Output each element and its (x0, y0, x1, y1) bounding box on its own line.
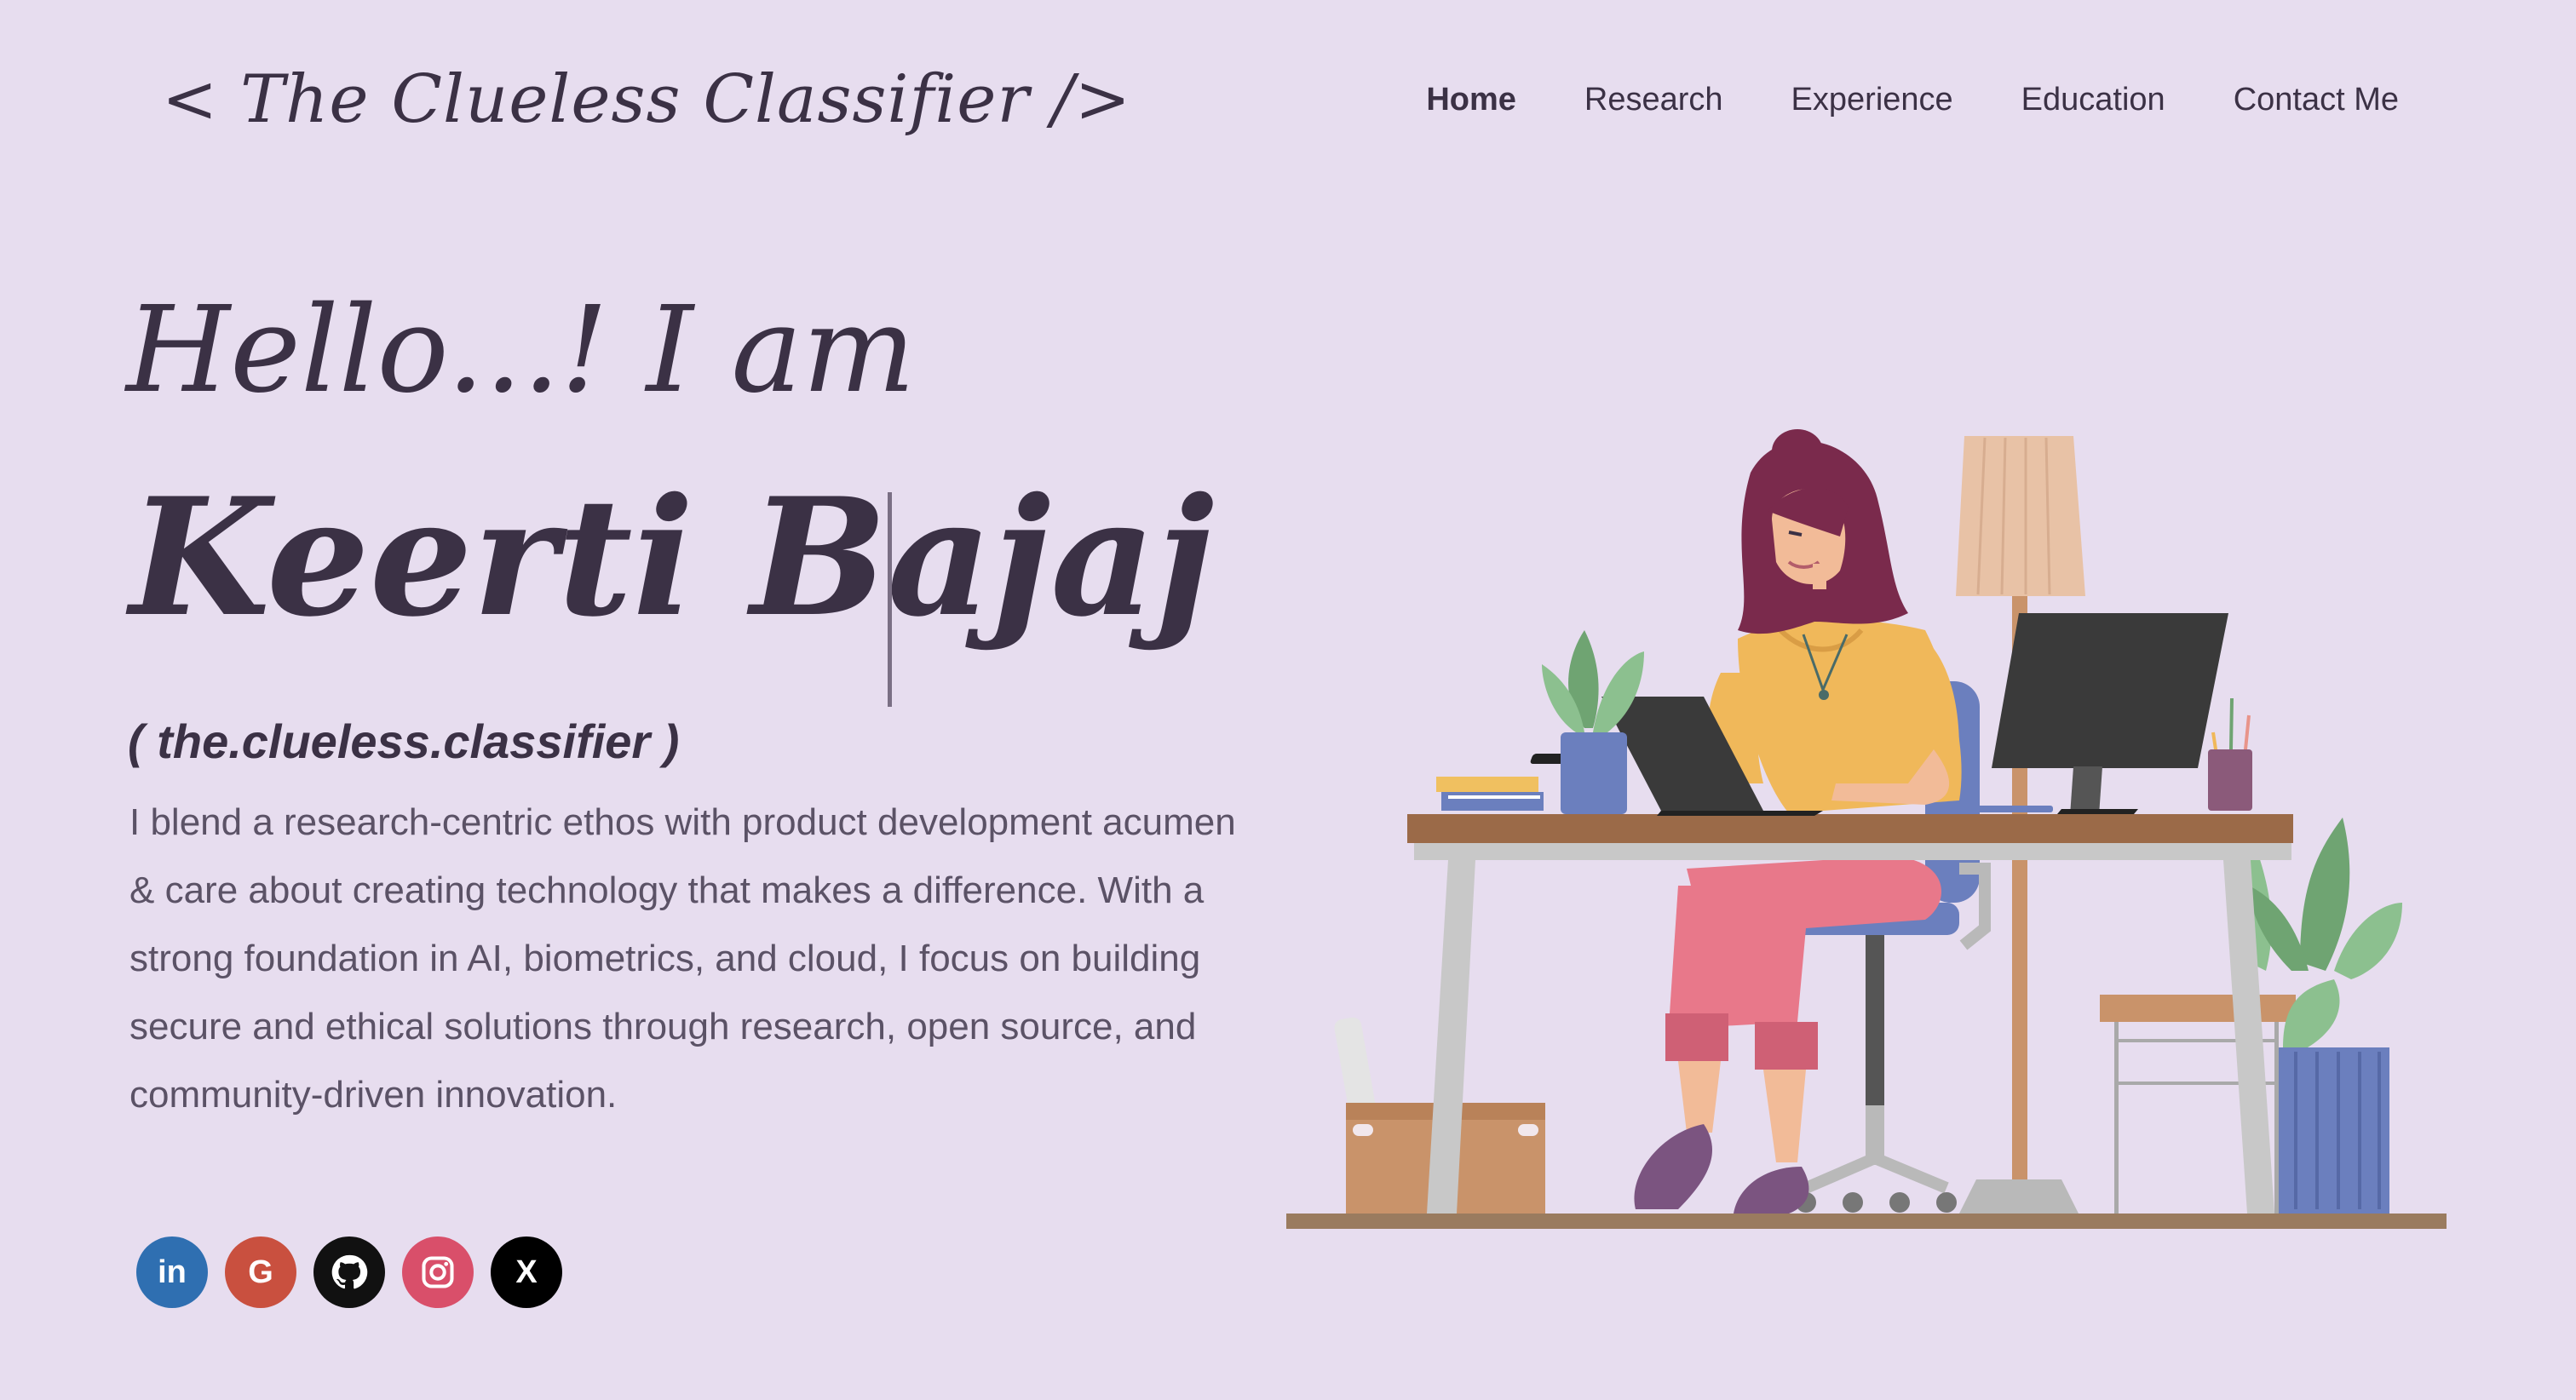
desktop-monitor (1968, 613, 2228, 814)
github-icon[interactable] (313, 1236, 385, 1308)
handle: ( the.clueless.classifier ) (128, 714, 680, 768)
nav-education[interactable]: Education (2021, 82, 2165, 118)
instagram-icon[interactable] (402, 1236, 474, 1308)
typing-cursor (888, 492, 892, 707)
pencil-cup (2208, 697, 2252, 811)
main-nav: Home Research Experience Education Conta… (1426, 82, 2399, 118)
nav-home[interactable]: Home (1426, 82, 1516, 118)
hero-name: Keerti Bajaj (129, 462, 1215, 652)
google-icon[interactable]: G (225, 1236, 296, 1308)
nav-research[interactable]: Research (1584, 82, 1723, 118)
books (1436, 777, 1544, 811)
linkedin-icon[interactable]: in (136, 1236, 208, 1308)
site-logo[interactable]: < The Clueless Classifier /> (162, 61, 1131, 138)
greeting: Hello...! I am (126, 281, 916, 420)
nav-contact-me[interactable]: Contact Me (2234, 82, 2399, 118)
workspace-illustration (1286, 429, 2447, 1229)
social-links: in G X (136, 1236, 562, 1308)
x-icon[interactable]: X (491, 1236, 562, 1308)
github-glyph (331, 1254, 368, 1289)
bio-paragraph: I blend a research-centric ethos with pr… (129, 801, 1236, 1116)
floor-line (1286, 1214, 2447, 1229)
instagram-glyph (422, 1256, 454, 1288)
nav-experience[interactable]: Experience (1791, 82, 1953, 118)
